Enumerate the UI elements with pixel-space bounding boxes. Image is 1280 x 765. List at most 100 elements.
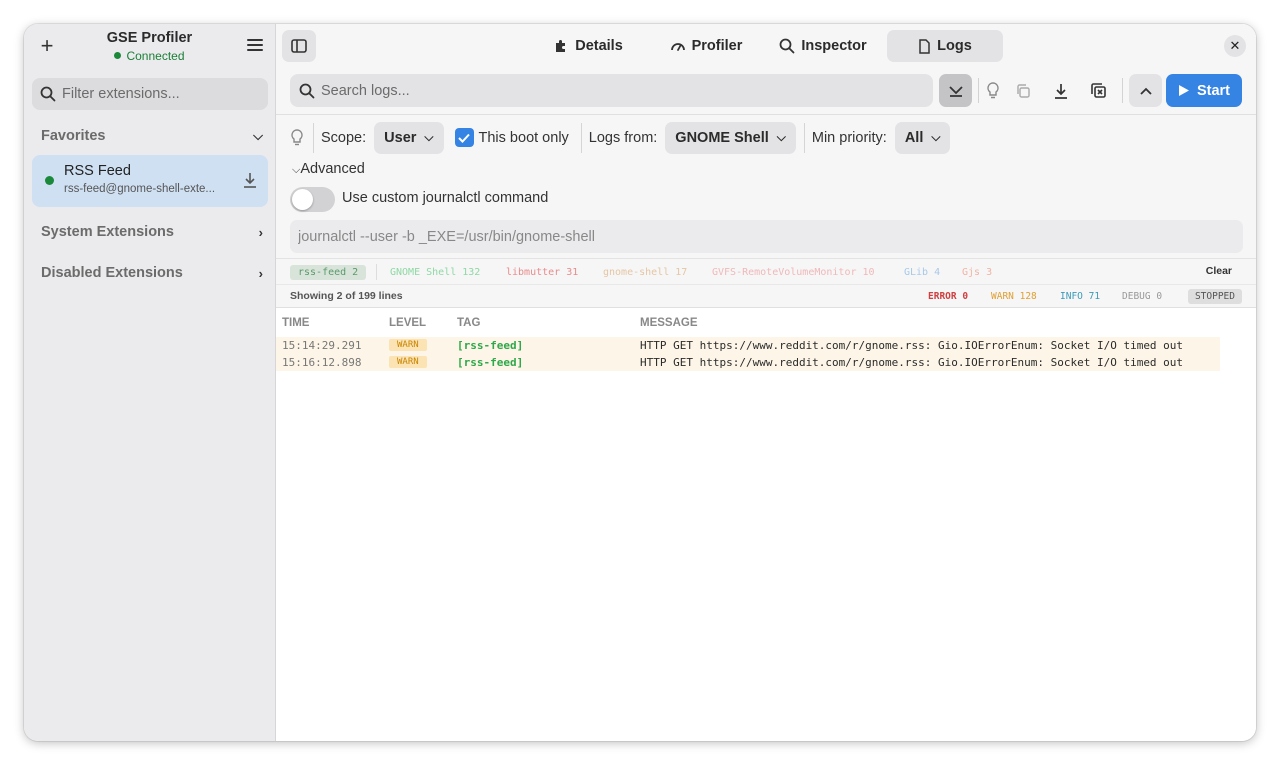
- showing-count: Showing 2 of 199 lines: [290, 290, 403, 302]
- start-button[interactable]: Start: [1166, 74, 1242, 107]
- sidebar-header: + GSE Profiler Connected: [24, 24, 275, 68]
- tab-inspector[interactable]: Inspector: [768, 30, 878, 62]
- puzzle-icon: [556, 40, 566, 52]
- app-window: + GSE Profiler Connected Favorites ⌵ RSS…: [24, 24, 1256, 741]
- advanced-expander[interactable]: ⌵Advanced: [292, 161, 365, 177]
- chevron-right-icon: ›: [258, 224, 263, 240]
- column-header: TIME: [282, 317, 310, 329]
- favorites-section-header[interactable]: Favorites ⌵: [41, 128, 263, 144]
- chevron-right-icon: ›: [258, 265, 263, 281]
- app-title: GSE Profiler: [106, 30, 193, 46]
- scope-dropdown[interactable]: User ⌵: [374, 121, 444, 154]
- logs-from-value: GNOME Shell: [675, 129, 769, 146]
- filter-input[interactable]: [62, 86, 252, 102]
- journalctl-command-field[interactable]: [290, 220, 1243, 253]
- priority-dropdown[interactable]: All ⌵: [894, 121, 951, 154]
- divider: [376, 264, 377, 280]
- log-search-input[interactable]: [321, 82, 881, 99]
- log-search-field[interactable]: [290, 74, 933, 107]
- divider: [803, 122, 805, 153]
- extension-name: RSS Feed: [64, 163, 131, 179]
- tag-chip[interactable]: GVFS-RemoteVolumeMonitor 10: [712, 265, 875, 280]
- custom-command-toggle[interactable]: [290, 187, 335, 212]
- tab-label: Inspector: [801, 38, 867, 54]
- column-header: LEVEL: [389, 317, 427, 329]
- status-dot: [114, 52, 122, 59]
- priority-label: Min priority:: [811, 129, 887, 146]
- tab-label: Profiler: [691, 38, 743, 54]
- tag-chip[interactable]: rss-feed 2: [290, 265, 367, 280]
- favorite-extension-item[interactable]: RSS Feed rss-feed@gnome-shell-exte...: [32, 155, 268, 207]
- log-table-header: TIME LEVEL TAG MESSAGE: [276, 308, 1256, 337]
- column-header: MESSAGE: [640, 317, 698, 329]
- chevron-down-icon: ⌵: [253, 128, 263, 143]
- copy-icon: [1016, 83, 1030, 98]
- log-table: TIME LEVEL TAG MESSAGE 15:14:29.291 WARN…: [276, 308, 1256, 371]
- logs-from-label: Logs from:: [588, 129, 658, 146]
- system-extensions-header[interactable]: System Extensions ›: [41, 224, 263, 240]
- download-icon: [1054, 83, 1067, 99]
- tab-logs[interactable]: Logs: [887, 30, 1003, 62]
- toolbar-divider: [1122, 78, 1123, 103]
- tag-filter-bar: rss-feed 2 GNOME Shell 132 libmutter 31 …: [276, 258, 1256, 284]
- lightbulb-icon: [291, 129, 303, 146]
- tag-chip[interactable]: libmutter 31: [506, 265, 578, 280]
- log-row[interactable]: 15:16:12.898 WARN [rss-feed] HTTP GET ht…: [276, 354, 1220, 371]
- log-level-badge: WARN: [389, 356, 427, 368]
- enabled-dot: [45, 176, 54, 185]
- clear-tags-button[interactable]: Clear: [1206, 265, 1232, 277]
- priority-value: All: [904, 129, 924, 146]
- search-icon: [299, 83, 315, 98]
- boot-only-checkbox[interactable]: [454, 128, 474, 147]
- scroll-to-bottom-icon: [948, 85, 963, 97]
- log-toolbar: Start: [276, 68, 1256, 114]
- sidebar-toggle-button[interactable]: [282, 30, 316, 62]
- tab-profiler[interactable]: Profiler: [656, 30, 756, 62]
- search-icon: [40, 86, 56, 102]
- autoscroll-button[interactable]: [939, 74, 972, 107]
- log-row[interactable]: 15:14:29.291 WARN [rss-feed] HTTP GET ht…: [276, 337, 1220, 354]
- header-bar: Details Profiler Inspector Logs ✕: [276, 24, 1256, 68]
- custom-command-label: Use custom journalctl command: [342, 190, 549, 206]
- tag-chip[interactable]: gnome-shell 17: [603, 265, 687, 280]
- download-icon[interactable]: [242, 171, 258, 189]
- sidebar-toggle-icon: [291, 39, 307, 53]
- debug-count[interactable]: DEBUG 0: [1122, 291, 1162, 302]
- gauge-icon: [670, 43, 685, 51]
- chevron-down-icon: ⌵: [931, 130, 941, 144]
- info-count[interactable]: INFO 71: [1060, 291, 1100, 302]
- copy-button[interactable]: [1006, 74, 1039, 107]
- divider: [580, 122, 582, 153]
- journalctl-command-input[interactable]: [298, 228, 1198, 245]
- chevron-down-icon: ⌵: [776, 130, 786, 144]
- document-icon: [919, 38, 930, 54]
- filter-row: Scope: User ⌵ This boot only Logs from: G…: [276, 121, 1256, 154]
- column-header: TAG: [457, 317, 481, 329]
- tag-chip[interactable]: GNOME Shell 132: [390, 265, 480, 280]
- log-message: HTTP GET https://www.reddit.com/r/gnome.…: [640, 339, 1184, 352]
- chevron-down-icon: ⌵: [424, 130, 434, 144]
- clear-copy-button[interactable]: [1082, 74, 1115, 107]
- lightbulb-button[interactable]: [976, 74, 1009, 107]
- divider: [313, 122, 314, 153]
- close-icon[interactable]: ✕: [1224, 35, 1246, 57]
- scope-value: User: [384, 129, 417, 146]
- warn-count[interactable]: WARN 128: [991, 291, 1037, 302]
- tag-chip[interactable]: GLib 4: [904, 265, 940, 280]
- tab-details[interactable]: Details: [538, 30, 638, 62]
- menu-icon[interactable]: [245, 36, 265, 56]
- error-count[interactable]: ERROR 0: [928, 291, 968, 302]
- log-time: 15:16:12.898: [282, 356, 362, 369]
- advanced-label: Advanced: [300, 161, 365, 177]
- collapse-filters-button[interactable]: [1129, 74, 1162, 107]
- main-panel: Details Profiler Inspector Logs ✕ Search…: [276, 24, 1256, 741]
- filter-field[interactable]: [32, 78, 268, 110]
- logs-from-dropdown[interactable]: GNOME Shell ⌵: [665, 121, 796, 154]
- lightbulb-icon: [986, 82, 999, 99]
- tag-chip[interactable]: Gjs 3: [962, 265, 992, 280]
- check-icon: [458, 133, 470, 143]
- disabled-extensions-header[interactable]: Disabled Extensions ›: [41, 265, 263, 281]
- download-logs-button[interactable]: [1044, 74, 1077, 107]
- extension-uuid: rss-feed@gnome-shell-exte...: [64, 183, 216, 195]
- boot-only-label: This boot only: [478, 129, 569, 146]
